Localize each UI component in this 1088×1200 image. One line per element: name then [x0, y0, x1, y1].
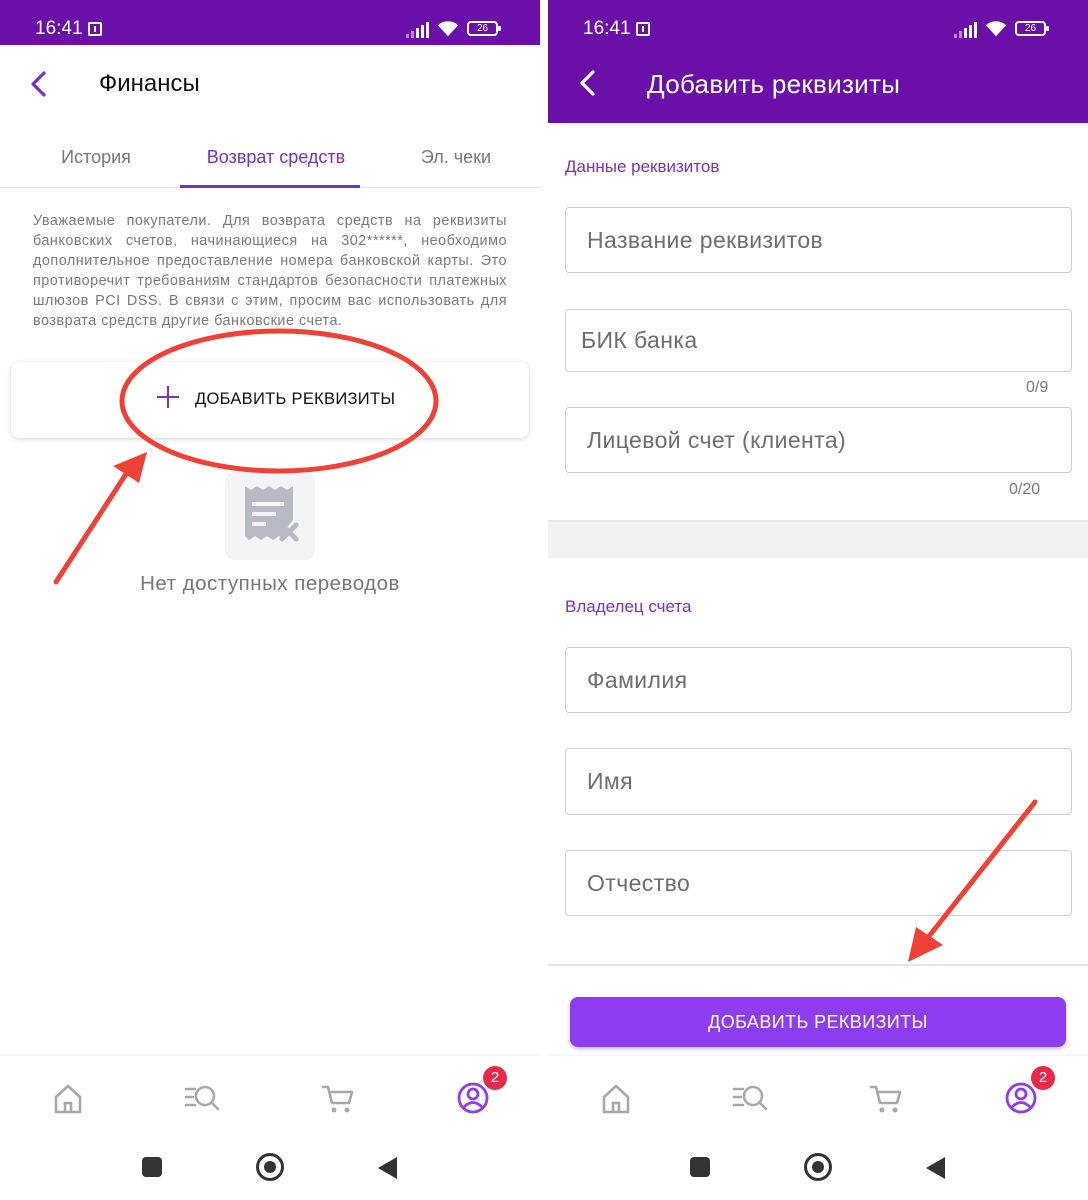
system-nav-bar	[548, 1140, 1088, 1200]
calendar-icon	[636, 22, 650, 36]
refund-notice-text: Уважаемые покупатели. Для возврата средс…	[33, 213, 507, 329]
home-icon	[602, 1084, 630, 1114]
section-title-owner: Владелец счета	[565, 597, 692, 616]
section-title-details: Данные реквизитов	[565, 157, 720, 176]
recents-button[interactable]	[142, 1157, 162, 1177]
battery-icon: 26	[1015, 21, 1049, 36]
nav-cart[interactable]	[318, 1078, 358, 1118]
surname-field[interactable]	[565, 647, 1072, 713]
annotation-arrowhead	[908, 927, 943, 962]
tab-history[interactable]: История	[0, 125, 192, 188]
tab-bar: История Возврат средств Эл. чеки	[0, 125, 540, 188]
bottom-nav: 2	[0, 1056, 540, 1140]
add-requisites-button[interactable]: ДОБАВИТЬ РЕКВИЗИТЫ	[11, 362, 529, 438]
page-title: Финансы	[99, 70, 200, 97]
signal-icon	[954, 22, 980, 38]
status-time: 16:41	[583, 18, 631, 39]
catalog-search-icon	[184, 1085, 220, 1111]
name-field[interactable]	[565, 748, 1072, 815]
nav-catalog[interactable]	[183, 1078, 223, 1118]
nav-profile[interactable]: 2	[1001, 1066, 1055, 1118]
notification-badge: 2	[483, 1066, 507, 1090]
nav-cart[interactable]	[866, 1078, 906, 1118]
status-bar: 16:41 26	[0, 0, 540, 45]
tab-refunds[interactable]: Возврат средств	[196, 125, 356, 188]
home-button[interactable]	[256, 1153, 284, 1181]
back-arrow-icon[interactable]	[26, 70, 52, 98]
submit-requisites-button[interactable]: ДОБАВИТЬ РЕКВИЗИТЫ	[570, 997, 1066, 1047]
cart-icon	[321, 1085, 354, 1113]
annotation-arrowhead	[113, 452, 147, 483]
notification-badge: 2	[1031, 1066, 1055, 1090]
back-button[interactable]	[926, 1157, 945, 1179]
name-input[interactable]	[566, 749, 1071, 814]
section-divider	[548, 520, 1088, 558]
cart-icon	[869, 1085, 902, 1113]
nav-home[interactable]	[48, 1078, 88, 1118]
calendar-icon	[88, 22, 102, 36]
status-time: 16:41	[35, 18, 83, 39]
bik-input[interactable]	[566, 310, 1071, 371]
system-nav-bar	[0, 1140, 540, 1200]
form-bottom-divider	[548, 964, 1088, 966]
nav-home[interactable]	[596, 1078, 636, 1118]
home-icon	[54, 1084, 82, 1114]
tab-receipts[interactable]: Эл. чеки	[370, 125, 540, 188]
account-counter: 0/20	[1009, 481, 1041, 498]
wifi-icon	[985, 21, 1007, 37]
active-tab-indicator	[180, 185, 360, 188]
page-title: Добавить реквизиты	[647, 69, 901, 99]
wifi-icon	[437, 21, 459, 37]
empty-state-text: Нет доступных переводов	[140, 572, 400, 595]
catalog-search-icon	[732, 1085, 768, 1111]
add-requisites-screen: 16:41 26 Добавить реквизиты Данные рекви…	[548, 0, 1088, 1200]
bottom-nav: 2	[548, 1056, 1088, 1140]
finances-screen: 16:41 26 Финансы История Возврат средств…	[0, 0, 540, 1200]
add-requisites-label: ДОБАВИТЬ РЕКВИЗИТЫ	[195, 390, 396, 408]
patronymic-input[interactable]	[566, 851, 1071, 915]
surname-input[interactable]	[566, 648, 1071, 712]
battery-icon: 26	[467, 21, 501, 36]
status-bar: 16:41 26	[548, 0, 1088, 45]
bik-counter: 0/9	[1026, 379, 1049, 396]
requisites-name-field[interactable]	[565, 207, 1072, 273]
back-button[interactable]	[378, 1157, 397, 1179]
annotation-arrow	[53, 471, 129, 585]
empty-receipt-icon	[225, 472, 315, 560]
patronymic-field[interactable]	[565, 850, 1072, 916]
home-button[interactable]	[804, 1153, 832, 1181]
app-header: Добавить реквизиты	[548, 45, 1088, 123]
recents-button[interactable]	[690, 1157, 710, 1177]
account-field[interactable]	[565, 407, 1072, 473]
nav-catalog[interactable]	[731, 1078, 771, 1118]
account-input[interactable]	[566, 408, 1071, 472]
nav-profile[interactable]: 2	[453, 1066, 507, 1118]
back-arrow-icon[interactable]	[576, 69, 600, 97]
screens-separator	[540, 0, 548, 1200]
requisites-name-input[interactable]	[566, 208, 1071, 272]
bik-field[interactable]	[565, 309, 1072, 372]
plus-icon	[157, 386, 179, 408]
signal-icon	[406, 22, 432, 38]
